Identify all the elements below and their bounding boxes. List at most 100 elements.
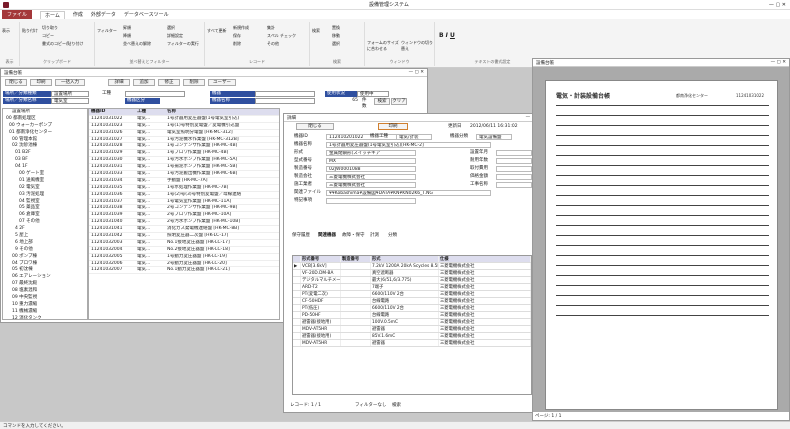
replace-button[interactable]: 置換 <box>332 25 340 31</box>
tree-node[interactable]: 00 ウォーカーポンプ <box>3 123 87 130</box>
paste-button[interactable]: 貼り付け <box>22 28 38 34</box>
tab-home[interactable]: ホーム <box>40 10 65 19</box>
table-row[interactable]: CF-50HDF 台線電路 三菱電機株式会社 <box>293 298 531 305</box>
tree-node[interactable]: 12 消化タンク <box>3 316 87 319</box>
table-row[interactable]: 11241032003 電気... No.1接地変圧器盤 [HK-LC-17] <box>89 240 279 247</box>
table-row[interactable]: 11241031033 電気... 1号汚泥搬出機作業盤 [HK-MC-6B] <box>89 171 279 178</box>
grid-header-cell[interactable]: 機器ID <box>89 109 137 115</box>
table-row[interactable]: 11241032006 電気... 2号動力変圧器盤 [HK-LC-20] <box>89 261 279 268</box>
table-row[interactable]: PT(変電二次) 6600/110V 2台 三菱電機株式会社 <box>293 291 531 298</box>
tab-measurement[interactable]: 計測 <box>370 232 379 238</box>
table-row[interactable]: PT(低圧) 6600/110V 2台 三菱電機株式会社 <box>293 305 531 312</box>
row-marker[interactable] <box>293 291 301 297</box>
add-button[interactable]: 追加 <box>133 79 155 86</box>
copy-button[interactable]: コピー <box>42 33 54 39</box>
row-marker[interactable] <box>293 277 301 283</box>
tree-node[interactable]: 09 中央監視 <box>3 295 87 302</box>
work-type-select[interactable] <box>125 91 185 97</box>
tree-node[interactable]: 08 塩素混和 <box>3 288 87 295</box>
table-row[interactable]: 11241031031 電気... 1号揚泥ポンプ作業盤 [HK-MC-5B] <box>89 164 279 172</box>
table-row[interactable]: 11241031041 電気... 消化ガス発電機連絡盤 [HK-MC-8B] <box>89 226 279 234</box>
table-row[interactable]: 11241031022 電気... 1号計器用変圧器盤(1号電気室引込) <box>89 116 279 123</box>
list-window-controls[interactable]: — ▢ ✕ <box>409 70 424 75</box>
table-row[interactable]: 11241032005 電気... 1号動力変圧器盤 [HK-LC-19] <box>89 254 279 261</box>
related-equipment-grid[interactable]: 形式番号 製造番号 形式 仕様 ▶ VCB[3.6kV] 7.2kV 1200A 20kA … <box>292 255 532 395</box>
table-row[interactable]: ARD-T2 7端子 三菱電機株式会社 <box>293 284 531 291</box>
record-navigator[interactable]: レコード: 1 / 1 <box>290 403 321 409</box>
tree-node[interactable]: 10 重力濃縮 <box>3 302 87 309</box>
row-marker[interactable] <box>293 298 301 304</box>
fit-form-button[interactable]: フォームのサイズに合わせる <box>367 40 399 52</box>
table-row[interactable]: 11241031037 電気... 1号電気室作業盤 [HK-MC-11A] <box>89 199 279 206</box>
tab-file[interactable]: ファイル <box>2 10 33 19</box>
remove-sort-button[interactable]: 並べ替えの解除 <box>123 41 151 47</box>
sub-header-cell[interactable] <box>293 256 301 262</box>
equipment-name-input[interactable] <box>255 98 315 104</box>
tab-maintenance-history[interactable]: 保守履歴 <box>292 232 310 238</box>
edit-button[interactable]: 修正 <box>158 79 180 86</box>
print-button[interactable]: 印刷 <box>30 79 52 86</box>
grid-header-cell[interactable]: 工種 <box>137 109 167 115</box>
tree-node[interactable]: 9 その他 <box>3 247 87 254</box>
find-button[interactable]: 検索 <box>312 28 320 34</box>
table-row[interactable]: 避雷器(接地用) 85V.1.6mC 三菱電機株式会社 <box>293 333 531 340</box>
table-row[interactable]: MDV-AT5HR 避雷器 三菱電機株式会社 <box>293 340 531 347</box>
equipment-grid[interactable]: 機器ID 工種 名称 11241031022 電気... 1号計器用変圧器盤(1号電気室引… <box>88 108 280 320</box>
tab-database-tools[interactable]: データベースツール <box>124 11 169 18</box>
bold-button[interactable]: B I U <box>439 32 455 39</box>
tree-node[interactable]: 04 監視室 <box>3 199 87 206</box>
tree-node[interactable]: 03 汚泥処理 <box>3 192 87 199</box>
tree-node[interactable]: 5 屋上 <box>3 233 87 240</box>
format-painter-button[interactable]: 書式のコピー/貼り付け <box>42 41 83 47</box>
detail-field-value[interactable] <box>496 150 532 156</box>
row-marker[interactable] <box>293 284 301 290</box>
tree-node[interactable]: 05 薬品室 <box>3 205 87 212</box>
row-marker[interactable]: ▶ <box>293 263 301 269</box>
detail-field-value[interactable]: 02JW0001088 <box>326 166 416 172</box>
clear-button[interactable]: クリア <box>391 98 407 105</box>
cut-button[interactable]: 切り取り <box>42 25 58 31</box>
grid-header-cell[interactable]: 名称 <box>167 109 279 115</box>
detail-field-value[interactable] <box>496 182 532 188</box>
detail-field-value[interactable] <box>496 166 532 172</box>
detail-field-value[interactable]: 電気/計装 <box>396 134 432 140</box>
detail-field-value[interactable]: 1号計器用変圧器盤(1号電気室引込)[HK-MC-2] <box>326 142 491 148</box>
tree-node[interactable]: 11 機械濃縮 <box>3 309 87 316</box>
filter-button[interactable]: フィルター <box>97 28 117 34</box>
switch-windows-button[interactable]: ウィンドウの切り替え <box>401 40 433 52</box>
tree-node[interactable]: 6 地上部 <box>3 240 87 247</box>
row-marker[interactable] <box>293 312 301 318</box>
tab-external-data[interactable]: 外部データ <box>91 11 116 18</box>
location-name-select[interactable]: 電気室 <box>51 98 89 104</box>
no-filter-indicator[interactable]: フィルターなし <box>355 403 386 409</box>
new-record-button[interactable]: 新規作成 <box>233 25 249 31</box>
window-controls[interactable]: — ▢ ✕ <box>769 2 790 8</box>
tab-failure-maintenance[interactable]: 故障・保守 <box>342 232 365 238</box>
table-row[interactable]: 11241031029 電気... 1号ブロワ作業盤 [HK-MC-4B] <box>89 150 279 158</box>
table-row[interactable]: 11241031042 電気... 照明変圧器二次盤 [HK-LC-17] <box>89 233 279 240</box>
location-tree[interactable]: 設置場所 00 都南処理区 00 ウォーカーポンプ 01 都南浄化センター 00 管理本… <box>2 108 88 320</box>
sub-header-cell[interactable]: 形式番号 <box>301 256 341 262</box>
selection-button[interactable]: 選択 <box>167 25 175 31</box>
table-row[interactable]: VF-20D.DM-BA 真空遮断器 三菱電機株式会社 <box>293 270 531 277</box>
detail-field-value[interactable]: 金属閉鎖形(スイッチギア <box>326 150 416 156</box>
tree-node[interactable]: 02 電気室 <box>3 185 87 192</box>
row-marker[interactable] <box>293 326 301 332</box>
detail-field-value[interactable] <box>496 158 532 164</box>
table-row[interactable]: 11241031039 電気... 2号ブロワ作業盤 [HK-MC-10A] <box>89 212 279 220</box>
equipment-input[interactable] <box>255 91 315 97</box>
table-row[interactable]: 11241031036 電気... 1号(2)号(3)号特別変電盤／母線連絡 <box>89 192 279 199</box>
tree-node[interactable]: 00 都南処理区 <box>3 116 87 123</box>
table-row[interactable]: 11241031023 電気... 1号(1)号特別変電盤／変電機引込盤 <box>89 123 279 130</box>
table-row[interactable]: PD-50HF 台線電路 三菱電機株式会社 <box>293 312 531 319</box>
detail-field-value[interactable] <box>326 198 416 204</box>
row-marker[interactable] <box>293 340 301 346</box>
record-search-box[interactable]: 検索 <box>392 403 401 409</box>
table-row[interactable]: 11241032004 電気... No.2接地変圧器盤 [HK-LC-18] <box>89 247 279 254</box>
report-window-controls[interactable]: — ▢ ✕ <box>771 60 786 65</box>
delete-button[interactable]: 削除 <box>183 79 205 86</box>
tree-node[interactable]: 06 倉庫室 <box>3 212 87 219</box>
row-marker[interactable] <box>293 305 301 311</box>
tab-classification[interactable]: 分類 <box>388 232 397 238</box>
advanced-button[interactable]: 詳細設定 <box>167 33 183 39</box>
